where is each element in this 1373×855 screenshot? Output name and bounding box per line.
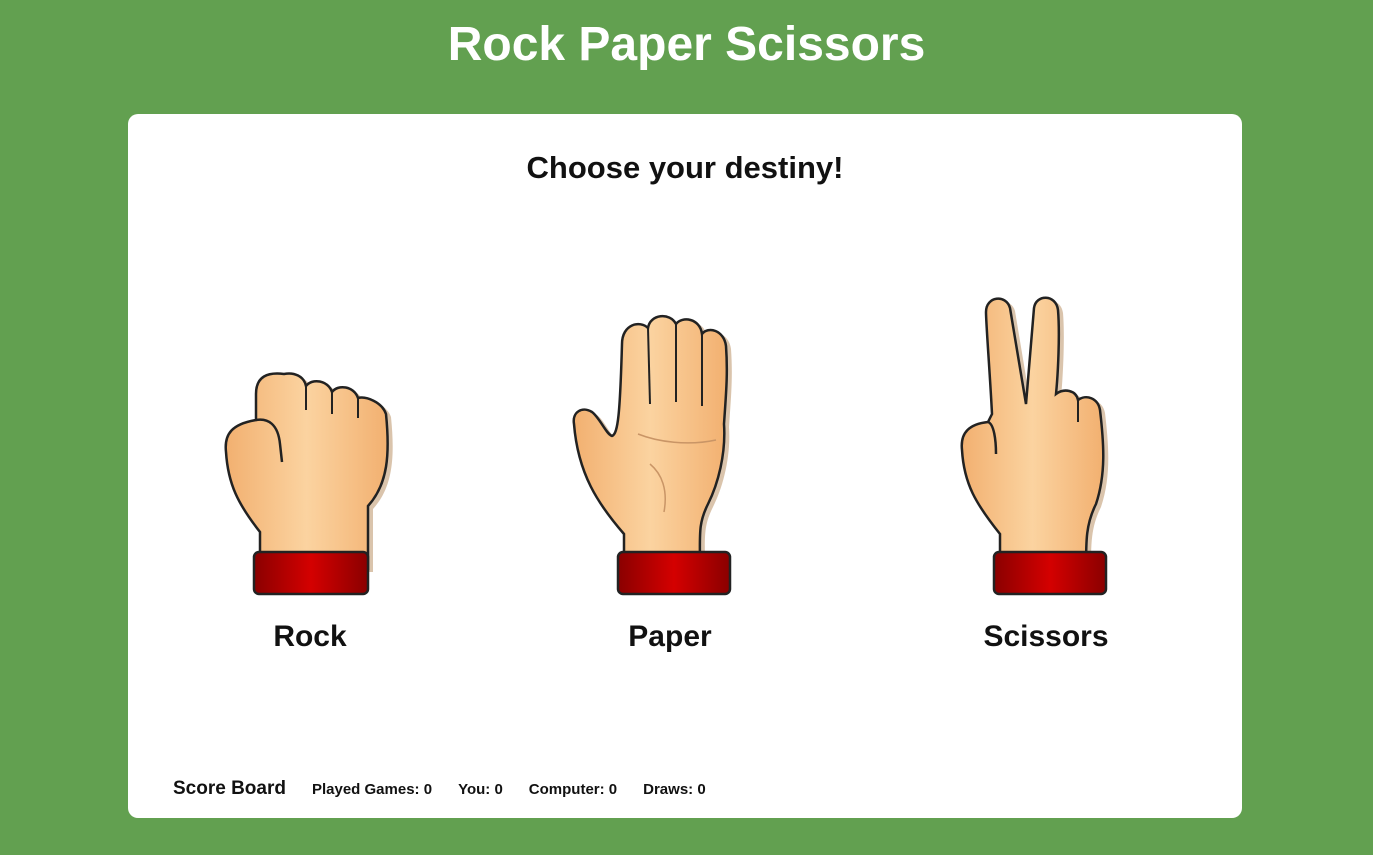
played-games-stat: Played Games: 0 <box>312 781 432 798</box>
scissors-hand-icon <box>960 296 1109 596</box>
score-board: Score Board Played Games: 0 You: 0 Compu… <box>173 778 732 800</box>
computer-label: Computer: <box>528 781 605 798</box>
draws-stat: Draws: 0 <box>643 781 706 798</box>
played-games-value: 0 <box>423 781 433 798</box>
game-card: Choose your destiny! Rock Paper Scissors… <box>128 114 1242 818</box>
rock-label: Rock <box>273 620 347 653</box>
rock-hand-icon <box>224 372 393 596</box>
score-board-title: Score Board <box>173 778 286 799</box>
page-title: Rock Paper Scissors <box>447 18 926 71</box>
you-value: 0 <box>494 781 503 798</box>
scissors-choice-button[interactable]: Scissors <box>936 284 1156 654</box>
paper-label: Paper <box>628 620 712 653</box>
choose-prompt: Choose your destiny! <box>526 150 844 185</box>
played-games-label: Played Games: <box>311 781 420 798</box>
draws-value: 0 <box>697 781 706 798</box>
paper-hand-icon <box>572 315 732 596</box>
computer-value: 0 <box>608 781 618 798</box>
you-stat: You: 0 <box>458 781 503 798</box>
scissors-label: Scissors <box>983 620 1109 653</box>
computer-stat: Computer: 0 <box>529 781 617 798</box>
rock-choice-button[interactable]: Rock <box>208 284 412 654</box>
draws-label: Draws: <box>643 781 694 798</box>
paper-choice-button[interactable]: Paper <box>558 284 782 654</box>
you-label: You: <box>458 781 491 798</box>
